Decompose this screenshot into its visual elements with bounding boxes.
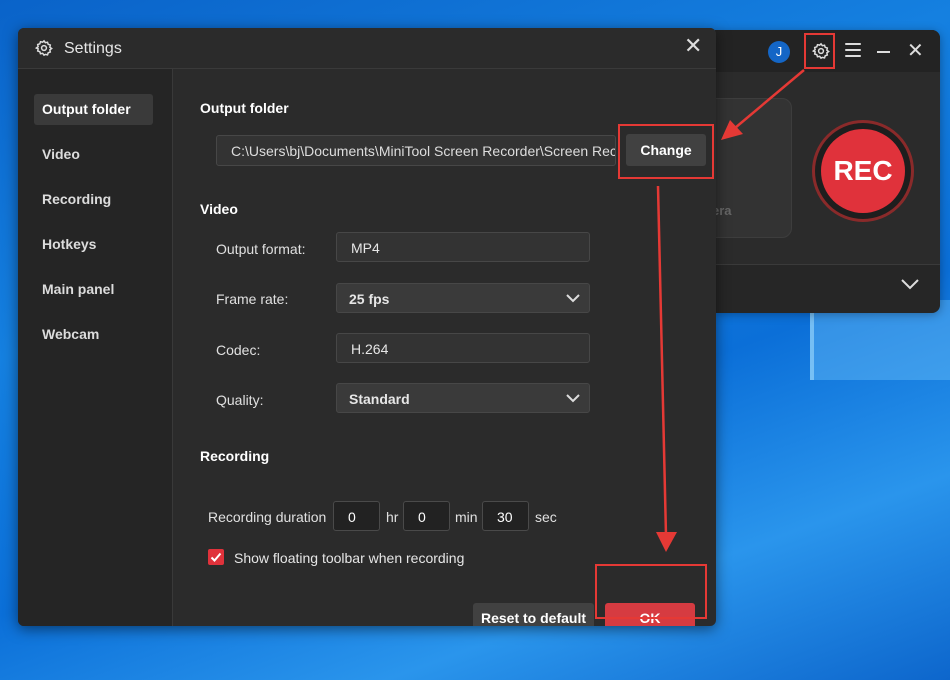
codec-label: Codec: — [216, 342, 261, 358]
recorder-titlebar: J ✕ — [715, 30, 940, 72]
chevron-down-icon — [566, 294, 580, 303]
dialog-title: Settings — [64, 40, 122, 57]
dialog-titlebar: Settings ✕ — [18, 28, 716, 69]
chevron-down-icon[interactable] — [900, 277, 920, 291]
quality-label: Quality: — [216, 392, 264, 408]
sidebar-item-main-panel[interactable]: Main panel — [34, 274, 153, 305]
close-icon[interactable]: ✕ — [684, 35, 702, 57]
min-unit: min — [455, 509, 478, 525]
hours-input[interactable]: 0 — [333, 501, 380, 531]
avatar[interactable]: J — [768, 41, 790, 63]
sec-unit: sec — [535, 509, 557, 525]
settings-dialog: Settings ✕ Output folder Video Recording… — [18, 28, 716, 626]
minutes-input[interactable]: 0 — [403, 501, 450, 531]
rec-button[interactable]: REC — [821, 129, 905, 213]
frame-rate-value: 25 fps — [349, 291, 390, 307]
minimize-icon[interactable] — [877, 51, 890, 53]
close-icon[interactable]: ✕ — [907, 41, 924, 61]
gear-icon — [35, 39, 53, 57]
sidebar-item-output-folder[interactable]: Output folder — [34, 94, 153, 125]
sidebar-item-video[interactable]: Video — [34, 139, 153, 170]
change-highlight-box — [618, 124, 714, 179]
floating-toolbar-checkbox[interactable] — [208, 549, 224, 565]
hr-unit: hr — [386, 509, 399, 525]
output-format-field: MP4 — [336, 232, 590, 262]
ok-highlight-box — [595, 564, 707, 619]
menu-icon[interactable] — [845, 43, 861, 57]
settings-sidebar: Output folder Video Recording Hotkeys Ma… — [18, 69, 173, 626]
frame-rate-select[interactable]: 25 fps — [336, 283, 590, 313]
sidebar-item-webcam[interactable]: Webcam — [34, 319, 153, 350]
recorder-bottom-bar — [715, 264, 940, 313]
output-folder-heading: Output folder — [200, 100, 289, 116]
settings-highlight-box — [804, 33, 835, 69]
quality-value: Standard — [349, 391, 410, 407]
sidebar-item-recording[interactable]: Recording — [34, 184, 153, 215]
settings-content: Output folder C:\Users\bj\Documents\Mini… — [173, 69, 716, 626]
floating-toolbar-label[interactable]: Show floating toolbar when recording — [234, 550, 464, 566]
seconds-input[interactable]: 30 — [482, 501, 529, 531]
chevron-down-icon — [566, 394, 580, 403]
camera-tile[interactable]: era — [705, 98, 792, 238]
output-format-label: Output format: — [216, 241, 306, 257]
quality-select[interactable]: Standard — [336, 383, 590, 413]
sidebar-item-hotkeys[interactable]: Hotkeys — [34, 229, 153, 260]
check-icon — [210, 552, 222, 562]
reset-to-default-button[interactable]: Reset to default — [473, 603, 594, 626]
recorder-window: J ✕ era REC — [705, 30, 940, 313]
video-heading: Video — [200, 201, 238, 217]
recording-duration-label: Recording duration — [208, 509, 327, 525]
output-path-field[interactable]: C:\Users\bj\Documents\MiniTool Screen Re… — [216, 135, 616, 166]
recording-heading: Recording — [200, 448, 270, 464]
frame-rate-label: Frame rate: — [216, 291, 289, 307]
codec-field: H.264 — [336, 333, 590, 363]
